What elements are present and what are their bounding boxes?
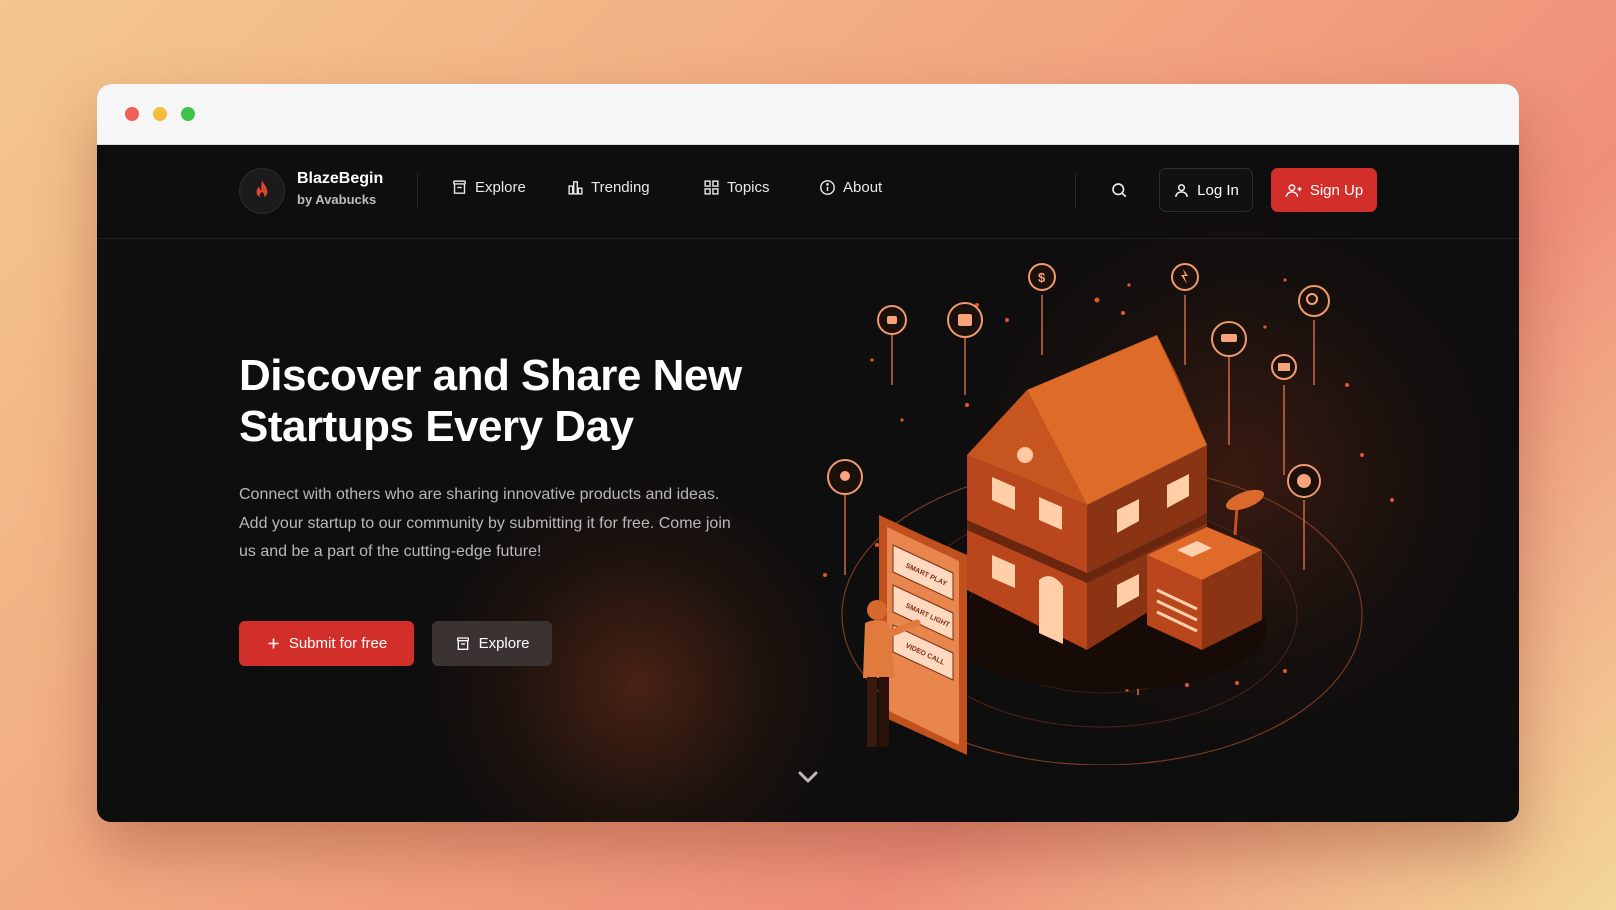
search-icon [1112,183,1127,198]
minimize-window-button[interactable] [153,107,167,121]
svg-text:$: $ [1038,270,1046,285]
submit-for-free-button[interactable]: Submit for free [239,621,414,666]
chevron-down-icon[interactable] [797,770,819,784]
nav-link-label: Explore [475,179,526,196]
nav-link-trending[interactable]: Trending [567,179,650,196]
close-window-button[interactable] [125,107,139,121]
plus-icon [268,638,279,649]
hero-title-line: Startups Every Day [239,402,634,451]
window-titlebar [97,84,1519,145]
hero-description: Connect with others who are sharing inno… [239,486,731,560]
explore-button-label: Explore [478,635,530,652]
bar-chart-icon [568,181,583,195]
explore-button[interactable]: Explore [432,621,552,666]
grid-icon [704,180,719,195]
search-button[interactable] [1106,177,1132,203]
user-plus-icon [1285,183,1302,197]
archive-box-icon [453,180,466,194]
top-navbar: BlazeBegin by Avabucks Explore Trending [97,145,1519,239]
page-content: BlazeBegin by Avabucks Explore Trending [97,145,1519,822]
login-label: Log In [1197,181,1239,199]
nav-link-label: Topics [727,179,770,196]
signup-label: Sign Up [1309,181,1364,199]
nav-link-topics[interactable]: Topics [703,179,770,196]
archive-box-icon [456,636,469,650]
nav-link-label: About [843,179,883,196]
signup-button[interactable]: Sign Up [1271,168,1377,212]
nav-divider [417,173,418,209]
brand-logo[interactable] [239,168,285,214]
maximize-window-button[interactable] [181,107,195,121]
brand-name[interactable]: BlazeBegin [297,170,383,188]
submit-button-label: Submit for free [288,635,388,652]
hero-title: Discover and Share New Startups Every Da… [239,350,799,452]
info-circle-icon [820,180,835,195]
nav-link-explore[interactable]: Explore [451,179,526,196]
nav-divider [1075,173,1076,209]
flame-icon [256,180,268,199]
hero-title-line: Discover and Share New [239,351,742,400]
browser-window: BlazeBegin by Avabucks Explore Trending [97,84,1519,822]
user-icon [1175,183,1189,197]
brand-subtitle: by Avabucks [297,192,377,207]
nav-link-about[interactable]: About [819,179,882,196]
nav-link-label: Trending [591,179,650,196]
login-button[interactable]: Log In [1159,168,1253,212]
smart-home-illustration: $ SMART PLAY SMART LIGHT VIDEO CALL [823,263,1394,765]
